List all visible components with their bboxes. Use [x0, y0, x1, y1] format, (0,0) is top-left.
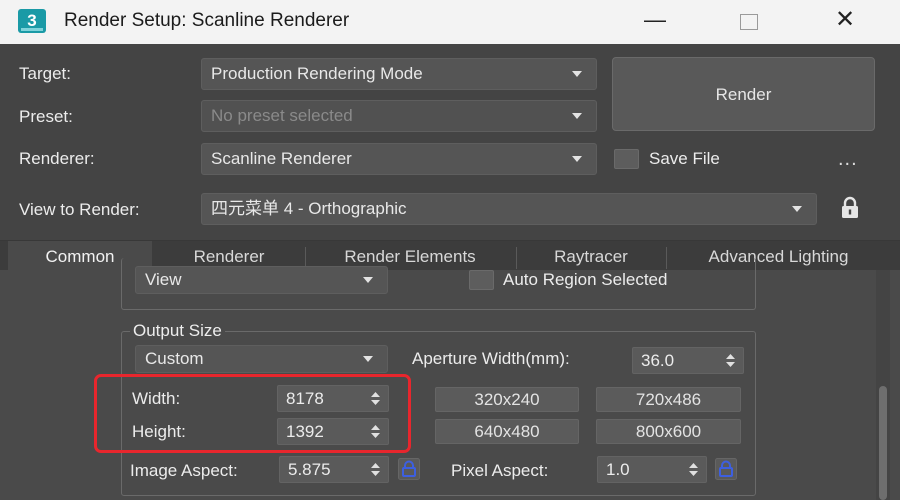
auto-region-checkbox[interactable]: [469, 270, 494, 290]
chevron-down-icon: [363, 356, 373, 362]
minimize-button[interactable]: —: [626, 0, 684, 44]
maximize-button[interactable]: [720, 0, 778, 44]
renderer-value: Scanline Renderer: [211, 149, 352, 168]
preset-720x486-button[interactable]: 720x486: [596, 387, 741, 412]
chevron-down-icon: [572, 156, 582, 162]
view-to-render-value: 四元菜单 4 - Orthographic: [211, 199, 407, 218]
chevron-down-icon: [792, 206, 802, 212]
preset-label: Preset:: [19, 107, 73, 126]
window-title: Render Setup: Scanline Renderer: [64, 10, 350, 31]
save-file-label: Save File: [649, 149, 720, 168]
render-button[interactable]: Render: [612, 57, 875, 131]
chevron-down-icon: [572, 71, 582, 77]
auto-region-label: Auto Region Selected: [503, 270, 668, 289]
close-icon: ✕: [834, 6, 856, 33]
lock-icon[interactable]: [840, 196, 860, 220]
spinner-arrows-icon[interactable]: [726, 353, 735, 368]
pixel-aspect-value: 1.0: [606, 460, 630, 479]
renderer-label: Renderer:: [19, 149, 95, 168]
preset-placeholder: No preset selected: [211, 106, 353, 125]
view-to-render-dropdown[interactable]: 四元菜单 4 - Orthographic: [201, 193, 817, 225]
title-bar: 3 Render Setup: Scanline Renderer — ✕: [0, 0, 900, 44]
area-value: View: [145, 270, 182, 289]
app-icon: 3: [18, 9, 46, 33]
highlight-box: [94, 374, 411, 453]
target-value: Production Rendering Mode: [211, 64, 423, 83]
image-aspect-label: Image Aspect:: [130, 461, 238, 480]
image-aspect-value: 5.875: [288, 460, 331, 479]
save-file-checkbox[interactable]: [614, 149, 639, 169]
image-aspect-lock-icon[interactable]: [398, 458, 420, 480]
preset-dropdown[interactable]: No preset selected: [201, 100, 597, 132]
pixel-aspect-spinner[interactable]: 1.0: [597, 456, 707, 483]
chevron-down-icon: [572, 113, 582, 119]
panel-scrollbar[interactable]: [876, 270, 890, 500]
output-size-title: Output Size: [130, 321, 225, 341]
view-to-render-label: View to Render:: [19, 200, 140, 219]
pixel-aspect-lock-icon[interactable]: [715, 458, 737, 480]
target-dropdown[interactable]: Production Rendering Mode: [201, 58, 597, 90]
close-button[interactable]: ✕: [816, 0, 874, 44]
scrollbar-thumb[interactable]: [879, 386, 887, 500]
output-size-preset-value: Custom: [145, 349, 204, 368]
app-icon-text: 3: [27, 11, 37, 30]
preset-640x480-button[interactable]: 640x480: [435, 419, 579, 444]
preset-800x600-button[interactable]: 800x600: [596, 419, 741, 444]
renderer-dropdown[interactable]: Scanline Renderer: [201, 143, 597, 175]
aperture-width-label: Aperture Width(mm):: [412, 349, 570, 368]
pixel-aspect-label: Pixel Aspect:: [451, 461, 549, 480]
image-aspect-spinner[interactable]: 5.875: [279, 456, 389, 483]
output-size-preset-dropdown[interactable]: Custom: [135, 345, 388, 373]
chevron-down-icon: [363, 277, 373, 283]
area-dropdown[interactable]: View: [135, 266, 388, 294]
more-options-button[interactable]: ...: [838, 148, 858, 171]
target-label: Target:: [19, 64, 71, 83]
spinner-arrows-icon[interactable]: [689, 462, 698, 477]
preset-320x240-button[interactable]: 320x240: [435, 387, 579, 412]
spinner-arrows-icon[interactable]: [371, 462, 380, 477]
minimize-icon: —: [644, 7, 666, 32]
maximize-icon: [740, 14, 758, 30]
aperture-width-value: 36.0: [641, 351, 675, 370]
aperture-width-spinner[interactable]: 36.0: [632, 347, 744, 374]
